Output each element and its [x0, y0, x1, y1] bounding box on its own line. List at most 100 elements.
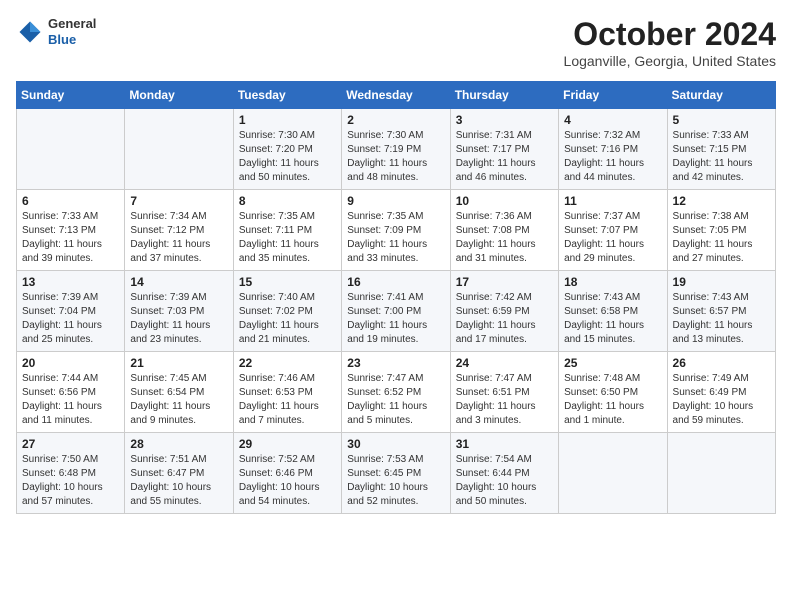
logo-icon — [16, 18, 44, 46]
calendar-cell: 28 Sunrise: 7:51 AMSunset: 6:47 PMDayligh… — [125, 433, 233, 514]
day-number: 21 — [130, 356, 227, 370]
day-number: 14 — [130, 275, 227, 289]
day-number: 13 — [22, 275, 119, 289]
day-info: Sunrise: 7:51 AMSunset: 6:47 PMDaylight:… — [130, 453, 227, 509]
day-info: Sunrise: 7:49 AMSunset: 6:49 PMDaylight:… — [673, 372, 770, 428]
day-number: 19 — [673, 275, 770, 289]
calendar-cell — [667, 433, 775, 514]
calendar-cell: 7 Sunrise: 7:34 AMSunset: 7:12 PMDaylight… — [125, 190, 233, 271]
logo-general-text: General — [48, 16, 96, 32]
calendar-cell: 9 Sunrise: 7:35 AMSunset: 7:09 PMDaylight… — [342, 190, 450, 271]
calendar-week-row: 6Sunrise: 7:33 AMSunset: 7:13 PMDaylight… — [17, 190, 776, 271]
day-info: Sunrise: 7:53 AMSunset: 6:45 PMDaylight:… — [347, 453, 444, 509]
calendar-cell: 22Sunrise: 7:46 AMSunset: 6:53 PMDayligh… — [233, 352, 341, 433]
day-number: 30 — [347, 437, 444, 451]
calendar-week-row: 20 Sunrise: 7:44 AMSunset: 6:56 PMDayligh… — [17, 352, 776, 433]
day-info: Sunrise: 7:45 AMSunset: 6:54 PMDaylight:… — [130, 372, 227, 428]
col-header-saturday: Saturday — [667, 82, 775, 109]
calendar-cell: 26 Sunrise: 7:49 AMSunset: 6:49 PMDayligh… — [667, 352, 775, 433]
calendar-header-row: SundayMondayTuesdayWednesdayThursdayFrid… — [17, 82, 776, 109]
day-number: 26 — [673, 356, 770, 370]
day-number: 29 — [239, 437, 336, 451]
calendar-week-row: 27 Sunrise: 7:50 AMSunset: 6:48 PMDayligh… — [17, 433, 776, 514]
calendar-cell: 11 Sunrise: 7:37 AMSunset: 7:07 PMDayligh… — [559, 190, 667, 271]
day-info: Sunrise: 7:39 AMSunset: 7:04 PMDaylight:… — [22, 291, 119, 347]
day-number: 17 — [456, 275, 553, 289]
calendar-cell — [17, 109, 125, 190]
calendar-week-row: 13 Sunrise: 7:39 AMSunset: 7:04 PMDayligh… — [17, 271, 776, 352]
day-info: Sunrise: 7:39 AMSunset: 7:03 PMDaylight:… — [130, 291, 227, 347]
logo-blue-text: Blue — [48, 32, 96, 48]
day-number: 6 — [22, 194, 119, 208]
day-number: 25 — [564, 356, 661, 370]
calendar-cell: 16Sunrise: 7:41 AMSunset: 7:00 PMDayligh… — [342, 271, 450, 352]
day-info: Sunrise: 7:47 AMSunset: 6:52 PMDaylight:… — [347, 372, 444, 428]
day-info: Sunrise: 7:48 AMSunset: 6:50 PMDaylight:… — [564, 372, 661, 428]
calendar-cell: 17 Sunrise: 7:42 AMSunset: 6:59 PMDayligh… — [450, 271, 558, 352]
calendar-cell: 25 Sunrise: 7:48 AMSunset: 6:50 PMDayligh… — [559, 352, 667, 433]
day-info: Sunrise: 7:30 AMSunset: 7:19 PMDaylight:… — [347, 129, 444, 185]
day-number: 3 — [456, 113, 553, 127]
logo: General Blue — [16, 16, 96, 47]
page-header: General Blue October 2024 Loganville, Ge… — [16, 16, 776, 69]
calendar-cell — [559, 433, 667, 514]
day-info: Sunrise: 7:37 AMSunset: 7:07 PMDaylight:… — [564, 210, 661, 266]
day-info: Sunrise: 7:35 AMSunset: 7:09 PMDaylight:… — [347, 210, 444, 266]
day-number: 28 — [130, 437, 227, 451]
calendar-cell: 2 Sunrise: 7:30 AMSunset: 7:19 PMDaylight… — [342, 109, 450, 190]
col-header-wednesday: Wednesday — [342, 82, 450, 109]
title-block: October 2024 Loganville, Georgia, United… — [564, 16, 776, 69]
calendar-cell — [125, 109, 233, 190]
day-number: 27 — [22, 437, 119, 451]
day-number: 24 — [456, 356, 553, 370]
calendar-cell: 31Sunrise: 7:54 AMSunset: 6:44 PMDayligh… — [450, 433, 558, 514]
day-number: 15 — [239, 275, 336, 289]
day-info: Sunrise: 7:43 AMSunset: 6:57 PMDaylight:… — [673, 291, 770, 347]
col-header-friday: Friday — [559, 82, 667, 109]
day-info: Sunrise: 7:34 AMSunset: 7:12 PMDaylight:… — [130, 210, 227, 266]
calendar-cell: 6Sunrise: 7:33 AMSunset: 7:13 PMDaylight… — [17, 190, 125, 271]
day-number: 31 — [456, 437, 553, 451]
day-number: 7 — [130, 194, 227, 208]
day-info: Sunrise: 7:43 AMSunset: 6:58 PMDaylight:… — [564, 291, 661, 347]
calendar-cell: 20 Sunrise: 7:44 AMSunset: 6:56 PMDayligh… — [17, 352, 125, 433]
day-info: Sunrise: 7:31 AMSunset: 7:17 PMDaylight:… — [456, 129, 553, 185]
calendar-cell: 27 Sunrise: 7:50 AMSunset: 6:48 PMDayligh… — [17, 433, 125, 514]
calendar-cell: 14 Sunrise: 7:39 AMSunset: 7:03 PMDayligh… — [125, 271, 233, 352]
day-number: 22 — [239, 356, 336, 370]
day-number: 20 — [22, 356, 119, 370]
day-number: 11 — [564, 194, 661, 208]
calendar-cell: 1Sunrise: 7:30 AMSunset: 7:20 PMDaylight… — [233, 109, 341, 190]
day-number: 9 — [347, 194, 444, 208]
location-text: Loganville, Georgia, United States — [564, 53, 776, 69]
day-number: 8 — [239, 194, 336, 208]
month-title: October 2024 — [564, 16, 776, 53]
day-number: 10 — [456, 194, 553, 208]
day-info: Sunrise: 7:35 AMSunset: 7:11 PMDaylight:… — [239, 210, 336, 266]
calendar-cell: 21 Sunrise: 7:45 AMSunset: 6:54 PMDayligh… — [125, 352, 233, 433]
logo-text: General Blue — [48, 16, 96, 47]
calendar-cell: 15 Sunrise: 7:40 AMSunset: 7:02 PMDayligh… — [233, 271, 341, 352]
day-info: Sunrise: 7:42 AMSunset: 6:59 PMDaylight:… — [456, 291, 553, 347]
day-info: Sunrise: 7:44 AMSunset: 6:56 PMDaylight:… — [22, 372, 119, 428]
col-header-tuesday: Tuesday — [233, 82, 341, 109]
calendar-table: SundayMondayTuesdayWednesdayThursdayFrid… — [16, 81, 776, 514]
calendar-cell: 30 Sunrise: 7:53 AMSunset: 6:45 PMDayligh… — [342, 433, 450, 514]
calendar-cell: 29Sunrise: 7:52 AMSunset: 6:46 PMDayligh… — [233, 433, 341, 514]
calendar-cell: 23Sunrise: 7:47 AMSunset: 6:52 PMDayligh… — [342, 352, 450, 433]
calendar-cell: 4Sunrise: 7:32 AMSunset: 7:16 PMDaylight… — [559, 109, 667, 190]
day-number: 12 — [673, 194, 770, 208]
day-number: 5 — [673, 113, 770, 127]
day-info: Sunrise: 7:38 AMSunset: 7:05 PMDaylight:… — [673, 210, 770, 266]
calendar-cell: 12 Sunrise: 7:38 AMSunset: 7:05 PMDayligh… — [667, 190, 775, 271]
day-number: 16 — [347, 275, 444, 289]
day-info: Sunrise: 7:30 AMSunset: 7:20 PMDaylight:… — [239, 129, 336, 185]
col-header-thursday: Thursday — [450, 82, 558, 109]
day-info: Sunrise: 7:50 AMSunset: 6:48 PMDaylight:… — [22, 453, 119, 509]
day-number: 2 — [347, 113, 444, 127]
calendar-cell: 18Sunrise: 7:43 AMSunset: 6:58 PMDayligh… — [559, 271, 667, 352]
day-number: 4 — [564, 113, 661, 127]
day-info: Sunrise: 7:47 AMSunset: 6:51 PMDaylight:… — [456, 372, 553, 428]
calendar-week-row: 1Sunrise: 7:30 AMSunset: 7:20 PMDaylight… — [17, 109, 776, 190]
day-info: Sunrise: 7:40 AMSunset: 7:02 PMDaylight:… — [239, 291, 336, 347]
